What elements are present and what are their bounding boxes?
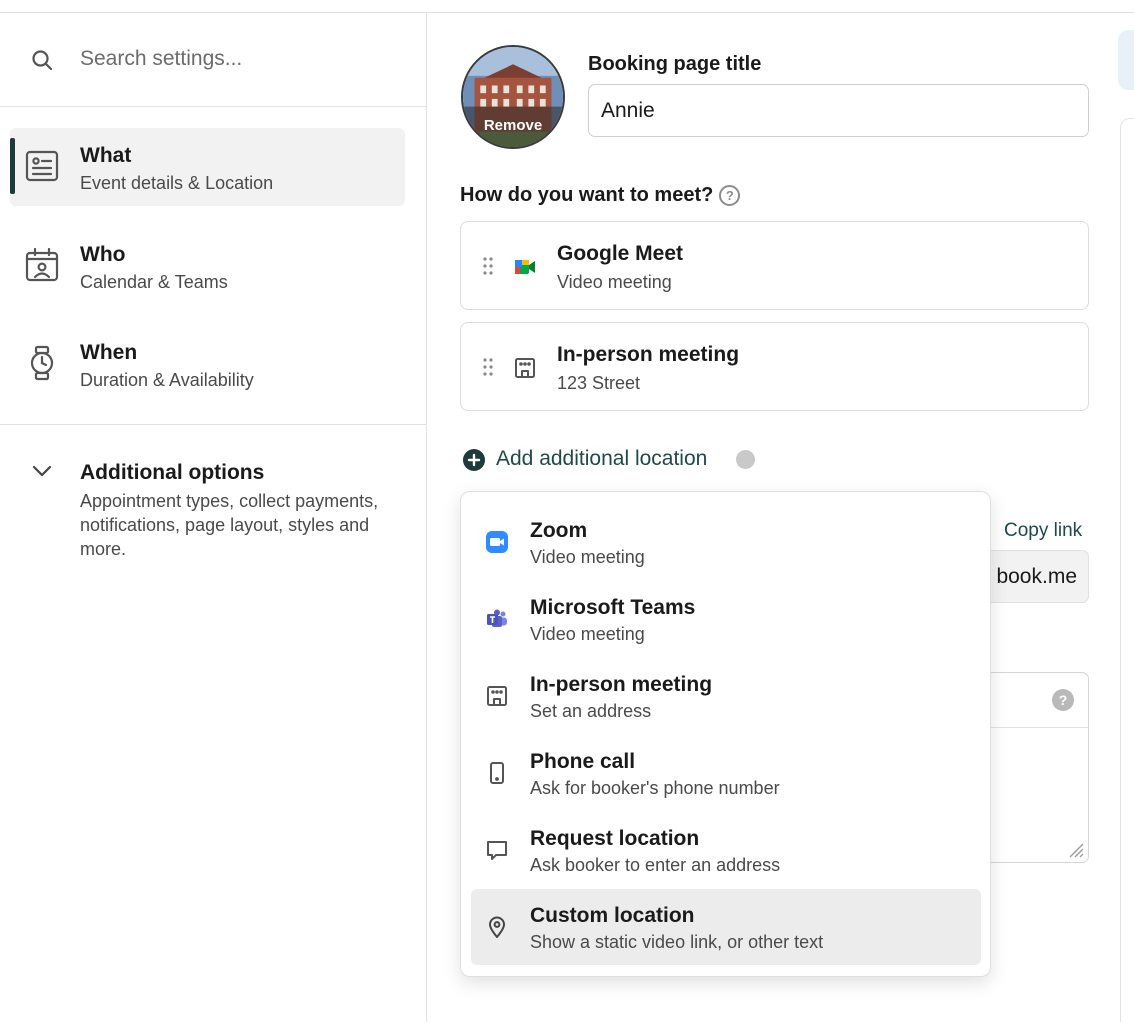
- menu-item-subtitle: Video meeting: [530, 547, 645, 567]
- building-icon: [515, 358, 535, 378]
- additional-options-description: Appointment types, collect payments, not…: [80, 491, 379, 559]
- building-icon: [487, 686, 507, 706]
- right-panel-tab: [1118, 30, 1134, 90]
- menu-item-title: Custom location: [530, 904, 695, 927]
- booking-link-value: book.me: [996, 565, 1077, 588]
- id-card-icon: [25, 150, 59, 182]
- menu-item-request-location[interactable]: Request location Ask booker to enter an …: [471, 812, 981, 888]
- add-location-label: Add additional location: [496, 447, 708, 470]
- menu-item-title: Phone call: [530, 750, 636, 773]
- menu-item-phone-call[interactable]: Phone call Ask for booker's phone number: [471, 735, 981, 811]
- sidebar-item-title: Who: [80, 243, 126, 266]
- sidebar-item-subtitle: Duration & Availability: [80, 370, 254, 390]
- copy-link-button[interactable]: Copy link: [1004, 520, 1082, 542]
- booking-title-label: Booking page title: [588, 53, 762, 75]
- location-card-google-meet[interactable]: Google Meet Video meeting: [460, 221, 1089, 310]
- location-subtitle: 123 Street: [557, 373, 641, 393]
- settings-sidebar: Search settings... What Event details & …: [0, 13, 427, 1022]
- sidebar-item-when[interactable]: When Duration & Availability: [10, 325, 405, 403]
- menu-item-zoom[interactable]: Zoom Video meeting: [471, 504, 981, 580]
- map-pin-icon: [489, 916, 505, 938]
- resize-grip-icon[interactable]: [1068, 842, 1084, 858]
- menu-item-subtitle: Video meeting: [530, 624, 645, 644]
- location-dropdown-menu: Zoom Video meeting Microsoft Teams Video…: [460, 491, 991, 977]
- sidebar-item-who[interactable]: Who Calendar & Teams: [10, 227, 405, 305]
- booking-title-input[interactable]: Annie: [588, 84, 1089, 137]
- zoom-icon: [486, 531, 508, 553]
- meet-question-text: How do you want to meet?: [460, 184, 714, 206]
- menu-item-custom-location[interactable]: Custom location Show a static video link…: [471, 889, 981, 965]
- location-card-in-person[interactable]: In-person meeting 123 Street: [460, 322, 1089, 411]
- remove-avatar-button[interactable]: Remove: [463, 117, 563, 134]
- sidebar-item-title: When: [80, 341, 138, 364]
- crown-icon: [736, 450, 755, 469]
- sidebar-item-what[interactable]: What Event details & Location: [10, 128, 405, 206]
- chevron-down-icon: [32, 465, 52, 477]
- phone-icon: [490, 762, 504, 784]
- menu-item-subtitle: Show a static video link, or other text: [530, 932, 824, 952]
- menu-item-in-person[interactable]: In-person meeting Set an address: [471, 658, 981, 734]
- location-title: Google Meet: [557, 242, 684, 265]
- additional-options[interactable]: Additional options Appointment types, co…: [0, 453, 427, 573]
- meet-question: How do you want to meet??: [460, 184, 741, 207]
- google-meet-icon: [515, 260, 535, 274]
- search-bar[interactable]: Search settings...: [0, 13, 427, 107]
- menu-item-title: Zoom: [530, 519, 588, 542]
- plus-circle-icon: [463, 449, 485, 471]
- drag-handle-icon[interactable]: [481, 256, 495, 276]
- avatar[interactable]: Remove: [461, 45, 565, 149]
- sidebar-divider: [0, 424, 427, 425]
- search-icon: [32, 50, 53, 71]
- search-input[interactable]: Search settings...: [80, 47, 242, 71]
- location-title: In-person meeting: [557, 343, 740, 366]
- sidebar-item-subtitle: Event details & Location: [80, 173, 274, 193]
- drag-handle-icon[interactable]: [481, 357, 495, 377]
- menu-item-subtitle: Set an address: [530, 701, 652, 721]
- right-panel: [1120, 118, 1134, 1022]
- microsoft-teams-icon: [487, 609, 507, 627]
- menu-item-microsoft-teams[interactable]: Microsoft Teams Video meeting: [471, 581, 981, 657]
- menu-item-title: Microsoft Teams: [530, 596, 696, 619]
- help-icon[interactable]: ?: [719, 185, 741, 206]
- additional-options-title: Additional options: [80, 461, 265, 484]
- location-subtitle: Video meeting: [557, 272, 672, 292]
- menu-item-title: In-person meeting: [530, 673, 713, 696]
- sidebar-item-title: What: [80, 144, 132, 167]
- menu-item-subtitle: Ask booker to enter an address: [530, 855, 781, 875]
- message-icon: [487, 841, 507, 860]
- help-icon[interactable]: ?: [1052, 689, 1074, 711]
- watch-icon: [30, 345, 54, 381]
- calendar-user-icon: [25, 247, 59, 282]
- menu-item-subtitle: Ask for booker's phone number: [530, 778, 780, 798]
- sidebar-item-subtitle: Calendar & Teams: [80, 272, 228, 292]
- menu-item-title: Request location: [530, 827, 700, 850]
